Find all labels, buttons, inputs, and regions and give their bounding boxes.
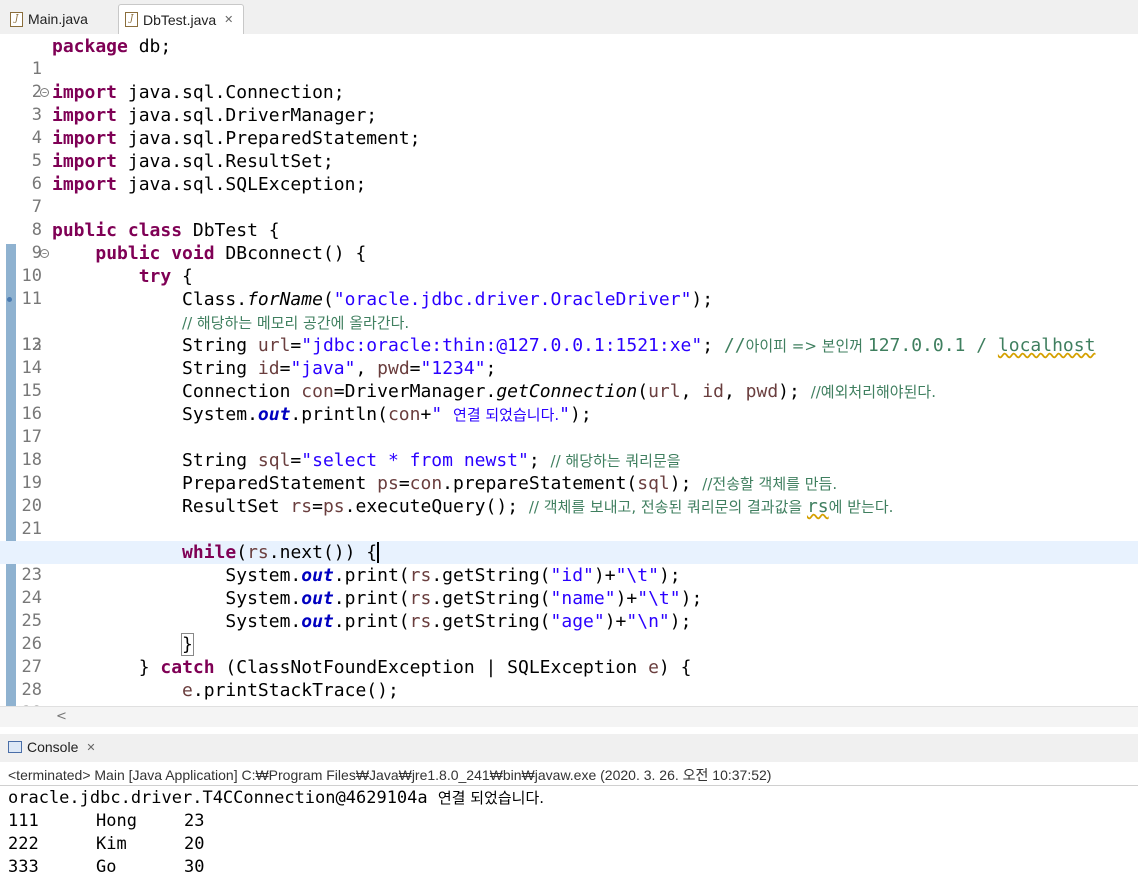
code-line: 7 import java.sql.SQLException; <box>0 173 1138 217</box>
code-line: 3 − import java.sql.Connection; <box>0 81 1138 125</box>
console-output-row: 222 Kim 20 <box>8 834 205 854</box>
console-tab-bar: Console ✕ <box>0 734 1138 762</box>
code-line: 25 System.out.print(rs.getString("name")… <box>0 587 1138 631</box>
code-line: 22 <box>0 518 1138 562</box>
current-code-line: 23 while(rs.next()) { <box>0 541 1138 585</box>
code-line: 12 Class.forName("oracle.jdbc.driver.Ora… <box>0 288 1138 355</box>
code-line: 6 import java.sql.ResultSet; <box>0 150 1138 194</box>
code-line: 11 try { <box>0 265 1138 309</box>
editor-tab-bar: J Main.java J DbTest.java ✕ <box>0 0 1138 35</box>
console-status-line: <terminated> Main [Java Application] C:₩… <box>0 764 1138 786</box>
console-output-line: oracle.jdbc.driver.T4CConnection@4629104… <box>8 788 545 808</box>
code-line: 1 package db; <box>0 35 1138 79</box>
occurrence-marker-icon <box>7 297 12 302</box>
console-tab-label: Console <box>27 739 79 755</box>
fold-collapse-icon[interactable]: − <box>40 88 49 97</box>
code-line: 5 import java.sql.PreparedStatement; <box>0 127 1138 171</box>
code-line: 14 String url="jdbc:oracle:thin:@127.0.0… <box>0 334 1138 378</box>
console-output[interactable]: oracle.jdbc.driver.T4CConnection@4629104… <box>8 787 1128 879</box>
code-line: 27 } <box>0 633 1138 677</box>
console-output-row: 111 Hong 23 <box>8 811 205 831</box>
code-line: 4 import java.sql.DriverManager; <box>0 104 1138 148</box>
matching-bracket: } <box>181 633 194 656</box>
horizontal-scrollbar[interactable]: < <box>0 706 1138 727</box>
console-icon <box>8 741 22 753</box>
java-file-icon: J <box>125 12 138 27</box>
code-line: 26 System.out.print(rs.getString("age")+… <box>0 610 1138 654</box>
code-line: 28 } catch (ClassNotFoundException | SQL… <box>0 656 1138 700</box>
text-caret <box>377 542 380 563</box>
code-line: 18 <box>0 426 1138 470</box>
code-line: 24 System.out.print(rs.getString("id")+"… <box>0 564 1138 608</box>
tab-dbtest-java[interactable]: J DbTest.java ✕ <box>118 4 244 34</box>
code-line: 17 System.out.println(con+" 연결 되었습니다."); <box>0 403 1138 447</box>
java-file-icon: J <box>10 11 23 27</box>
tab-label: DbTest.java <box>143 11 217 28</box>
tab-main-java[interactable]: J Main.java <box>4 5 114 33</box>
code-line: 2 <box>0 58 1138 102</box>
code-line: 29 e.printStackTrace(); <box>0 679 1138 706</box>
code-line: 20 PreparedStatement ps=con.prepareState… <box>0 472 1138 516</box>
console-output-row: 333 Go 30 <box>8 857 205 877</box>
code-line: 10 − public void DBconnect() { <box>0 242 1138 286</box>
tab-console[interactable]: Console ✕ <box>8 739 96 755</box>
code-line: 13 // 해당하는 메모리 공간에 올라간다. <box>0 311 1138 355</box>
code-lines: 1 package db; 2 3 − import java.sql.Conn… <box>0 35 1138 706</box>
code-line: 16 Connection con=DriverManager.getConne… <box>0 380 1138 424</box>
scroll-left-arrow-icon[interactable]: < <box>56 709 67 724</box>
code-line: 15 String id="java", pwd="1234"; <box>0 357 1138 401</box>
code-line: 9 public class DbTest { <box>0 219 1138 263</box>
close-console-icon[interactable]: ✕ <box>86 741 95 754</box>
code-line: 21 ResultSet rs=ps.executeQuery(); // 객체… <box>0 495 1138 539</box>
code-editor[interactable]: 1 package db; 2 3 − import java.sql.Conn… <box>0 34 1138 706</box>
code-line: 8 <box>0 196 1138 240</box>
tab-label: Main.java <box>28 11 88 27</box>
close-tab-icon[interactable]: ✕ <box>224 13 233 26</box>
fold-collapse-icon[interactable]: − <box>40 249 49 258</box>
code-line: 19 String sql="select * from newst"; // … <box>0 449 1138 493</box>
